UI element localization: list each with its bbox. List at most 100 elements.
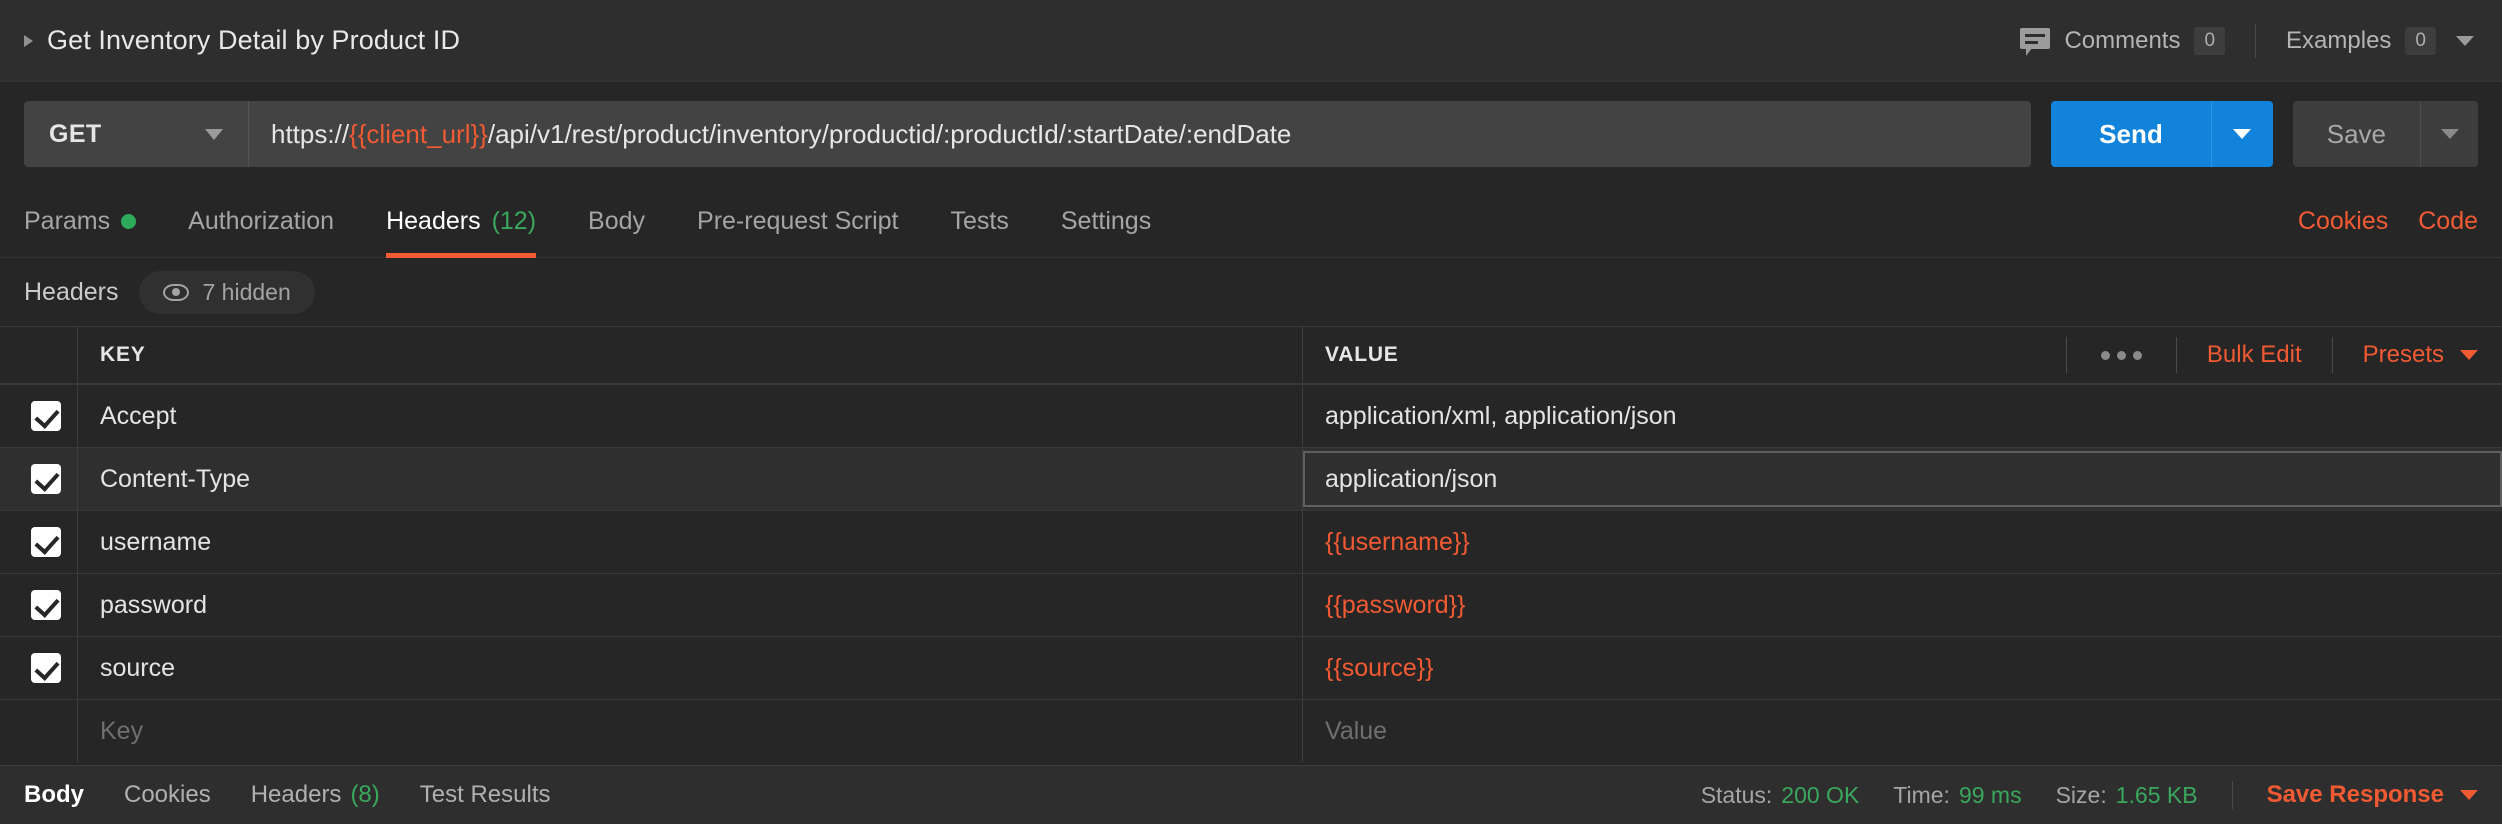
hidden-headers-toggle[interactable]: 7 hidden: [139, 271, 315, 314]
tab-label: Params: [24, 207, 110, 236]
tab-label: Settings: [1061, 207, 1151, 236]
table-row: Accept application/xml, application/json: [0, 384, 2502, 447]
response-status-group: Status: 200 OK Time: 99 ms Size: 1.65 KB…: [1701, 781, 2478, 809]
tab-count: (12): [492, 207, 536, 236]
row-checkbox[interactable]: [31, 464, 61, 494]
request-tabs: Params Authorization Headers (12) Body P…: [0, 186, 2502, 258]
header-value-input[interactable]: {{username}}: [1303, 511, 2502, 573]
url-prefix: https://: [271, 119, 349, 150]
column-header-value: VALUE Bulk Edit Presets: [1303, 327, 2502, 383]
table-row: username {{username}}: [0, 510, 2502, 573]
response-tab-label: Headers: [251, 781, 342, 809]
response-bar: Body Cookies Headers (8) Test Results St…: [0, 765, 2502, 824]
tab-params[interactable]: Params: [24, 186, 162, 257]
chevron-down-icon: [2233, 129, 2251, 139]
header-key-input[interactable]: username: [78, 511, 1303, 573]
chevron-down-icon: [2460, 790, 2478, 800]
tab-label: Tests: [951, 207, 1009, 236]
tab-tests[interactable]: Tests: [925, 186, 1035, 257]
response-tab-label: Body: [24, 781, 84, 809]
row-checkbox[interactable]: [31, 653, 61, 683]
time-value: 99 ms: [1959, 782, 2022, 809]
comment-icon: [2020, 28, 2050, 54]
headers-section-title: Headers: [24, 278, 119, 307]
bulk-edit-button[interactable]: Bulk Edit: [2177, 337, 2333, 373]
send-button[interactable]: Send: [2051, 101, 2211, 167]
new-header-value-input[interactable]: Value: [1303, 700, 2502, 762]
column-header-key: KEY: [78, 327, 1303, 383]
response-tab-cookies[interactable]: Cookies: [124, 781, 211, 809]
status-value: 200 OK: [1781, 782, 1859, 809]
hidden-headers-label: 7 hidden: [203, 279, 291, 306]
header-key-input[interactable]: source: [78, 637, 1303, 699]
examples-button[interactable]: Examples 0: [2256, 27, 2474, 55]
header-value-input[interactable]: application/json: [1303, 451, 2502, 507]
tab-headers[interactable]: Headers (12): [360, 186, 562, 257]
tabs-right-links: Cookies Code: [2298, 186, 2478, 257]
request-title-bar: Get Inventory Detail by Product ID Comme…: [0, 0, 2502, 82]
presets-label: Presets: [2363, 341, 2444, 369]
row-checkbox[interactable]: [31, 527, 61, 557]
save-response-label: Save Response: [2267, 781, 2444, 809]
table-new-row: Key Value: [0, 699, 2502, 762]
tab-body[interactable]: Body: [562, 186, 671, 257]
header-value-input[interactable]: application/xml, application/json: [1303, 385, 2502, 447]
table-row: source {{source}}: [0, 636, 2502, 699]
examples-label: Examples: [2286, 27, 2391, 55]
method-select[interactable]: GET: [24, 101, 249, 167]
save-response-button[interactable]: Save Response: [2232, 781, 2478, 809]
cookies-link[interactable]: Cookies: [2298, 207, 2388, 236]
save-group: Save: [2293, 101, 2478, 167]
chevron-down-icon[interactable]: [2456, 36, 2474, 46]
method-label: GET: [49, 120, 102, 149]
caret-right-icon[interactable]: [24, 35, 33, 47]
send-group: Send: [2051, 101, 2273, 167]
column-header-value-label: VALUE: [1325, 343, 1399, 367]
table-row: password {{password}}: [0, 573, 2502, 636]
params-modified-dot-icon: [121, 214, 136, 229]
comments-label: Comments: [2064, 27, 2180, 55]
row-checkbox-cell: [0, 448, 78, 510]
response-tab-body[interactable]: Body: [24, 781, 84, 809]
save-button[interactable]: Save: [2293, 101, 2420, 167]
tab-label: Pre-request Script: [697, 207, 898, 236]
headers-subbar: Headers 7 hidden: [0, 258, 2502, 326]
tab-authorization[interactable]: Authorization: [162, 186, 360, 257]
time-badge: Time: 99 ms: [1893, 782, 2021, 809]
size-badge: Size: 1.65 KB: [2056, 782, 2198, 809]
response-tab-headers[interactable]: Headers (8): [251, 781, 380, 809]
tab-pre-request-script[interactable]: Pre-request Script: [671, 186, 924, 257]
code-link[interactable]: Code: [2418, 207, 2478, 236]
status-label: Status:: [1701, 782, 1773, 809]
url-variable: {{client_url}}: [349, 119, 488, 150]
header-key-input[interactable]: Content-Type: [78, 448, 1303, 510]
tab-label: Headers: [386, 207, 481, 236]
presets-button[interactable]: Presets: [2333, 341, 2478, 369]
save-options-button[interactable]: [2420, 101, 2478, 167]
header-value-input[interactable]: {{password}}: [1303, 574, 2502, 636]
page-title: Get Inventory Detail by Product ID: [47, 25, 460, 56]
ellipsis-icon[interactable]: [2066, 337, 2177, 373]
row-checkbox-cell: [0, 700, 78, 762]
row-checkbox-cell: [0, 385, 78, 447]
table-header-row: KEY VALUE Bulk Edit Presets: [0, 326, 2502, 384]
response-tab-test-results[interactable]: Test Results: [420, 781, 551, 809]
header-key-input[interactable]: password: [78, 574, 1303, 636]
response-tab-count: (8): [350, 781, 379, 809]
size-value: 1.65 KB: [2116, 782, 2198, 809]
chevron-down-icon: [205, 129, 223, 140]
examples-count-badge: 0: [2405, 27, 2436, 55]
new-header-key-input[interactable]: Key: [78, 700, 1303, 762]
tab-label: Body: [588, 207, 645, 236]
send-options-button[interactable]: [2211, 101, 2273, 167]
request-title-group: Get Inventory Detail by Product ID: [24, 25, 460, 56]
row-checkbox[interactable]: [31, 401, 61, 431]
header-key-input[interactable]: Accept: [78, 385, 1303, 447]
tab-settings[interactable]: Settings: [1035, 186, 1177, 257]
url-input[interactable]: https://{{client_url}}/api/v1/rest/produ…: [249, 101, 2031, 167]
comments-button[interactable]: Comments 0: [2020, 27, 2255, 55]
status-badge: Status: 200 OK: [1701, 782, 1860, 809]
header-value-input[interactable]: {{source}}: [1303, 637, 2502, 699]
row-checkbox[interactable]: [31, 590, 61, 620]
request-url-bar: GET https://{{client_url}}/api/v1/rest/p…: [0, 82, 2502, 186]
